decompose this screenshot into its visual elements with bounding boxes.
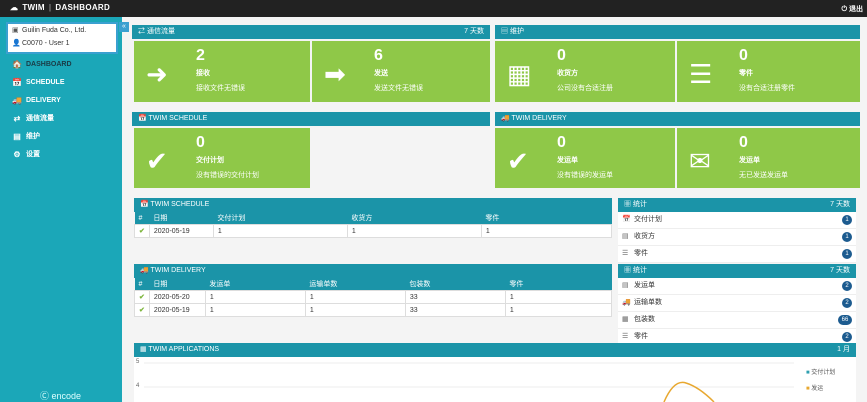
app-name: TWIM	[22, 3, 45, 12]
check-icon: ✔	[507, 146, 529, 176]
stats-title: ▦ 统计	[624, 201, 647, 208]
stats-title: ▦ 统计	[624, 267, 647, 274]
calendar-icon: 📅	[12, 78, 22, 87]
table-row[interactable]: ✔ 2020-05-20 1 1 33 1	[134, 290, 613, 304]
truck-icon: 🚚	[12, 96, 22, 105]
check-icon: ✔	[134, 290, 150, 304]
applications-panel: ▦ TWIM APPLICATIONS 1 月 5 4 ■ 交付计划 ■ 发运	[134, 343, 856, 402]
maintenance-panel: ▤ 维护	[495, 25, 860, 39]
sidebar-item-dashboard[interactable]: 🏠 DASHBOARD	[0, 56, 122, 74]
exchange-icon: ⇄	[13, 114, 21, 123]
building-icon: ▤	[622, 233, 629, 240]
tile-delivery-plan[interactable]: ✔ 0 交付计划 没有错误的交付计划	[134, 128, 310, 188]
dashboard-icon: 🏠	[12, 60, 22, 69]
account-box[interactable]: ▣ Guilin Fuda Co., Ltd. 👤C0070 - User 1	[6, 22, 118, 54]
calendar-icon: 📅	[622, 216, 631, 223]
tile-dispatch-sent[interactable]: ✉ 0 发运单 无已发送发运单	[677, 128, 860, 188]
user-name: C0070 - User 1	[22, 40, 70, 47]
cloud-icon: ☁	[10, 3, 19, 12]
list-icon: ☰	[689, 59, 713, 89]
schedule-table-panel: 📅 TWIM SCHEDULE # 日期 交付计划 收货方 零件 ✔ 2020-…	[134, 198, 613, 238]
box-icon: ▦	[622, 316, 629, 323]
count-badge: 66	[838, 315, 852, 325]
envelope-icon: ✉	[689, 146, 711, 176]
brand[interactable]: ☁ TWIM | DASHBOARD	[10, 3, 114, 12]
sidebar-item-delivery[interactable]: 🚚 DELIVERY	[0, 92, 122, 110]
server-icon: ▤	[13, 132, 21, 141]
count-badge: 2	[842, 298, 852, 308]
sidebar-item-traffic[interactable]: ⇄ 通信流量	[0, 110, 122, 128]
check-icon: ✔	[146, 146, 168, 176]
tile-consignee[interactable]: ▦ 0 收货方 公司没有合适注册	[495, 41, 675, 102]
delivery-table-title: 🚚 TWIM DELIVERY	[140, 267, 206, 274]
table-row[interactable]: ✔ 2020-05-19 1 1 1	[134, 224, 613, 238]
stat-parts[interactable]: ☰ 零件 1	[618, 246, 856, 263]
comms-panel-title: ⇄ 通信流量	[138, 28, 175, 35]
comms-panel: ⇄ 通信流量 7 天数	[132, 25, 490, 39]
page-title: DASHBOARD	[55, 3, 111, 12]
schedule-panel-title: 📅 TWIM SCHEDULE	[138, 115, 208, 122]
stats-panel-schedule: ▦ 统计 7 天数 📅 交付计划 1 ▤ 收货方 1 ☰ 零件 1	[618, 198, 856, 263]
stat-transport[interactable]: 🚚 运输单数 2	[618, 295, 856, 312]
tile-parts[interactable]: ☰ 0 零件 没有合适注册零件	[677, 41, 860, 102]
tile-dispatch-errors[interactable]: ✔ 0 发运单 没有错误的发运单	[495, 128, 675, 188]
delivery-panel-title: 🚚 TWIM DELIVERY	[501, 115, 567, 122]
delivery-panel: 🚚 TWIM DELIVERY	[495, 112, 860, 126]
count-badge: 1	[842, 232, 852, 242]
legend-item: ■ 交付计划	[806, 370, 836, 376]
gears-icon: ⚙	[13, 150, 21, 159]
count-badge: 1	[842, 215, 852, 225]
check-icon: ✔	[134, 224, 150, 238]
legend-item: ■ 发运	[806, 386, 824, 392]
stat-packages[interactable]: ▦ 包装数 66	[618, 312, 856, 329]
stat-consignee[interactable]: ▤ 收货方 1	[618, 229, 856, 246]
logout-button[interactable]: ⏻ 退出	[842, 4, 863, 14]
sidebar-item-schedule[interactable]: 📅 SCHEDULE	[0, 74, 122, 92]
applications-plot	[144, 362, 794, 402]
table-row[interactable]: ✔ 2020-05-19 1 1 33 1	[134, 303, 613, 317]
count-badge: 1	[842, 249, 852, 259]
delivery-table: # 日期 发运单 运输单数 包装数 零件 ✔ 2020-05-20 1 1 33…	[134, 278, 613, 317]
top-bar: ☁ TWIM | DASHBOARD ⏻ 退出	[0, 0, 867, 17]
applications-period: 1 月	[837, 346, 850, 353]
tile-received[interactable]: ➜ 2 接收 接收文件无错误	[134, 41, 310, 102]
schedule-table: # 日期 交付计划 收货方 零件 ✔ 2020-05-19 1 1 1	[134, 212, 613, 238]
building-icon: ▦	[507, 59, 532, 89]
schedule-panel: 📅 TWIM SCHEDULE	[132, 112, 490, 126]
stats-panel-delivery: ▦ 统计 7 天数 ▤ 发运单 2 🚚 运输单数 2 ▦ 包装数 66 ☰ 零件 2	[618, 264, 856, 346]
truck-icon: 🚚	[622, 299, 631, 306]
encode-logo: Ⓒ encode	[40, 391, 82, 401]
stat-dispatch[interactable]: ▤ 发运单 2	[618, 278, 856, 295]
sidebar-nav: 🏠 DASHBOARD 📅 SCHEDULE 🚚 DELIVERY ⇄ 通信流量 ▤ 维护…	[0, 56, 122, 164]
sidebar-item-maintenance[interactable]: ▤ 维护	[0, 128, 122, 146]
sign-in-icon: ➜	[146, 59, 168, 89]
arrow-right-icon: ➡	[324, 59, 346, 89]
sidebar-item-settings[interactable]: ⚙ 设置	[0, 146, 122, 164]
applications-chart: 5 4 ■ 交付计划 ■ 发运	[134, 357, 856, 402]
count-badge: 2	[842, 281, 852, 291]
series-line	[663, 381, 715, 402]
check-icon: ✔	[134, 303, 150, 317]
file-icon: ▤	[622, 282, 629, 289]
list-icon: ☰	[622, 250, 629, 257]
delivery-table-panel: 🚚 TWIM DELIVERY # 日期 发运单 运输单数 包装数 零件 ✔ 2…	[134, 264, 613, 317]
user-icon: 👤	[12, 40, 21, 47]
collapse-sidebar-button[interactable]: «	[119, 22, 129, 32]
tile-sent[interactable]: ➡ 6 发送 发送文件无错误	[312, 41, 490, 102]
sidebar: ▣ Guilin Fuda Co., Ltd. 👤C0070 - User 1 🏠…	[0, 17, 122, 402]
applications-title: ▦ TWIM APPLICATIONS	[140, 346, 220, 353]
schedule-table-title: 📅 TWIM SCHEDULE	[140, 201, 210, 208]
company-name: Guilin Fuda Co., Ltd.	[22, 27, 87, 34]
maintenance-panel-title: ▤ 维护	[501, 28, 524, 35]
count-badge: 2	[842, 332, 852, 342]
building-icon: ▣	[12, 27, 19, 34]
comms-period: 7 天数	[464, 28, 484, 35]
stat-delivery-plan[interactable]: 📅 交付计划 1	[618, 212, 856, 229]
brand-separator: |	[48, 3, 52, 12]
